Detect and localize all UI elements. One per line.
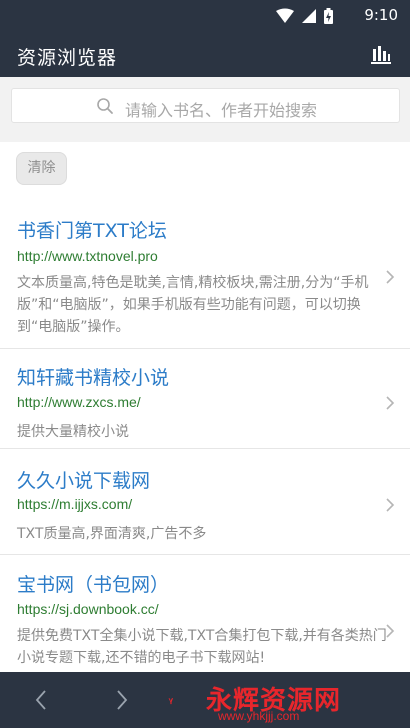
page-title: 资源浏览器 — [17, 47, 118, 69]
search-placeholder: 请输入书名、作者开始搜索 — [125, 101, 318, 120]
chevron-right-icon — [386, 396, 395, 410]
list-item[interactable]: 知轩藏书精校小说 http://www.zxcs.me/ 提供大量精校小说 — [0, 349, 410, 449]
status-time: 9:10 — [364, 6, 398, 24]
site-name: 书香门第TXT论坛 — [17, 220, 167, 242]
results-panel: 清除 书香门第TXT论坛 http://www.txtnovel.pro 文本质… — [0, 142, 410, 672]
site-url: https://sj.downbook.cc/ — [17, 601, 159, 617]
signal-icon — [302, 9, 316, 23]
watermark-url: www.yhkjjj.com — [218, 709, 300, 723]
bottom-nav-bar: 永辉资源网 www.yhkjjj.com — [0, 672, 410, 728]
list-item[interactable]: 书香门第TXT论坛 http://www.txtnovel.pro 文本质量高,… — [0, 204, 410, 349]
chevron-right-icon — [386, 270, 395, 284]
search-icon — [97, 98, 113, 114]
site-description: 文本质量高,特色是耽美,言情,精校板块,需注册,分为“手机版”和“电脑版”，如果… — [17, 275, 369, 335]
clear-button[interactable]: 清除 — [16, 152, 67, 185]
watermark-logo-icon — [168, 698, 174, 705]
site-name: 宝书网（书包网） — [17, 574, 170, 596]
battery-icon — [324, 8, 333, 24]
chevron-right-icon[interactable] — [115, 689, 129, 711]
site-url: https://m.ijjxs.com/ — [17, 496, 133, 512]
site-description: 提供大量精校小说 — [17, 424, 129, 440]
search-input[interactable]: 请输入书名、作者开始搜索 — [11, 88, 400, 123]
chevron-left-icon[interactable] — [34, 689, 48, 711]
chevron-right-icon — [386, 624, 395, 638]
site-url: http://www.txtnovel.pro — [17, 248, 158, 264]
chevron-right-icon — [386, 498, 395, 512]
app-bar: 资源浏览器 — [0, 32, 410, 77]
site-description: TXT质量高,界面清爽,广告不多 — [17, 526, 207, 542]
site-name: 知轩藏书精校小说 — [17, 367, 170, 389]
search-area: 请输入书名、作者开始搜索 — [0, 77, 410, 135]
site-description: 提供免费TXT全集小说下载,TXT合集打包下载,并有各类热门小说专题下载,还不错… — [17, 628, 387, 666]
bar-chart-icon[interactable] — [370, 43, 392, 65]
status-icons — [276, 8, 333, 24]
list-item[interactable]: 宝书网（书包网） https://sj.downbook.cc/ 提供免费TXT… — [0, 555, 410, 672]
site-url: http://www.zxcs.me/ — [17, 394, 141, 410]
site-name: 久久小说下载网 — [17, 470, 151, 492]
status-bar: 9:10 — [0, 0, 410, 32]
wifi-icon — [276, 8, 294, 23]
list-item[interactable]: 久久小说下载网 https://m.ijjxs.com/ TXT质量高,界面清爽… — [0, 449, 410, 555]
